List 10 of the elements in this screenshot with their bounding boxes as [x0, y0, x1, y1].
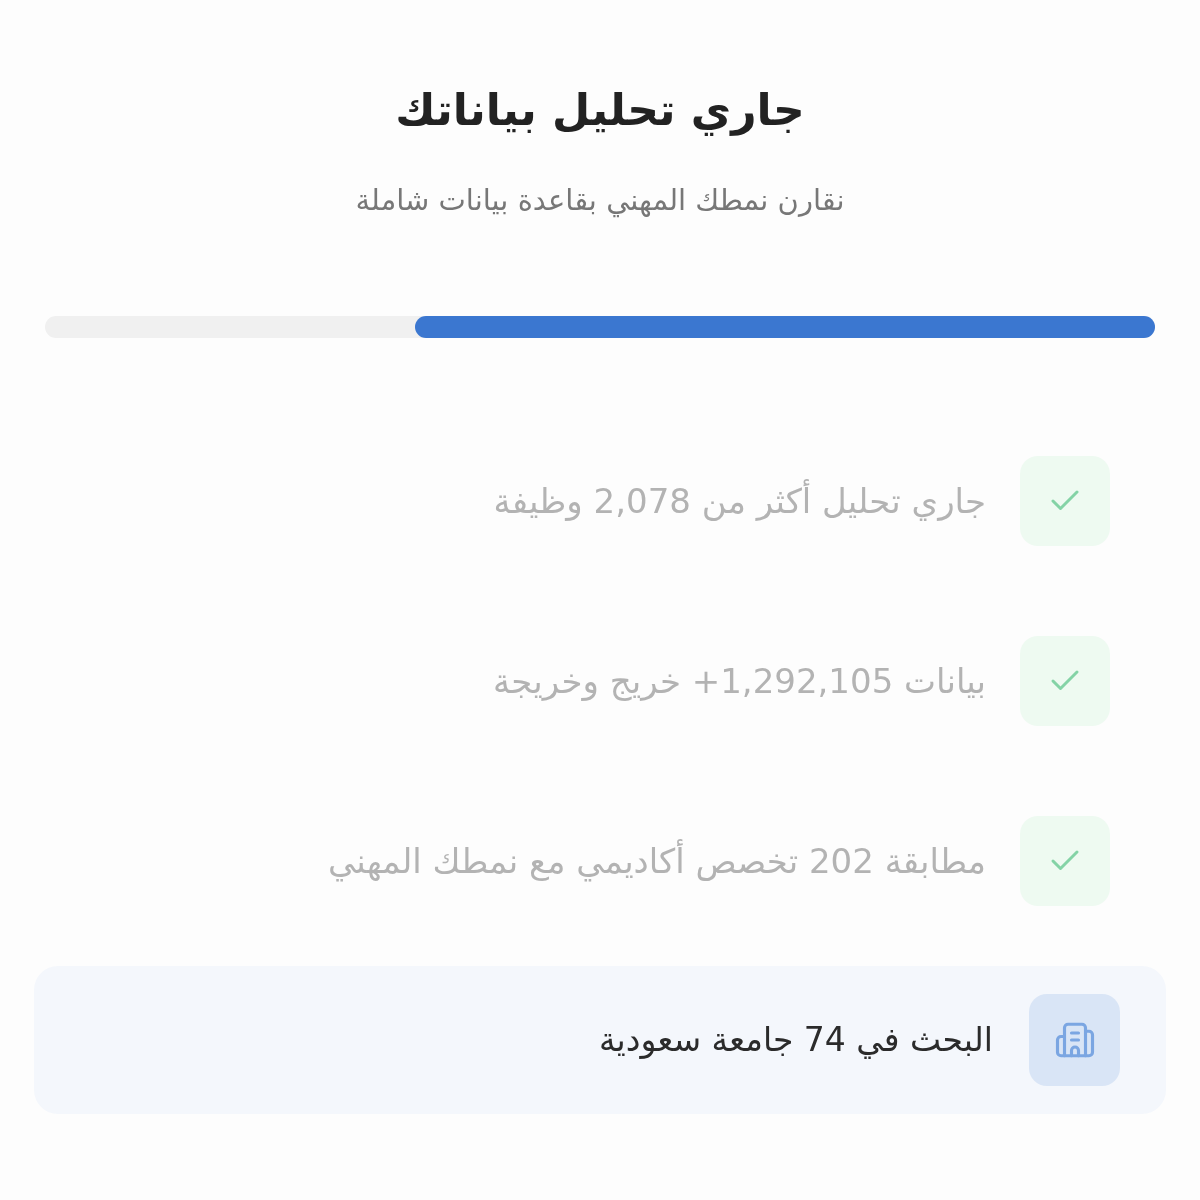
step-label: بيانات 1,292,105+ خريج وخريجة — [493, 660, 986, 703]
page-subtitle: نقارن نمطك المهني بقاعدة بيانات شاملة — [355, 182, 845, 220]
step-label: مطابقة 202 تخصص أكاديمي مع نمطك المهني — [328, 838, 986, 884]
check-icon — [1020, 816, 1110, 906]
check-icon — [1020, 456, 1110, 546]
building-icon — [1029, 994, 1120, 1086]
check-icon — [1020, 636, 1110, 726]
page-title: جاري تحليل بياناتك — [395, 83, 805, 138]
step-label: البحث في 74 جامعة سعودية — [598, 1019, 993, 1061]
step-label: جاري تحليل أكثر من 2,078 وظيفة — [493, 478, 986, 523]
